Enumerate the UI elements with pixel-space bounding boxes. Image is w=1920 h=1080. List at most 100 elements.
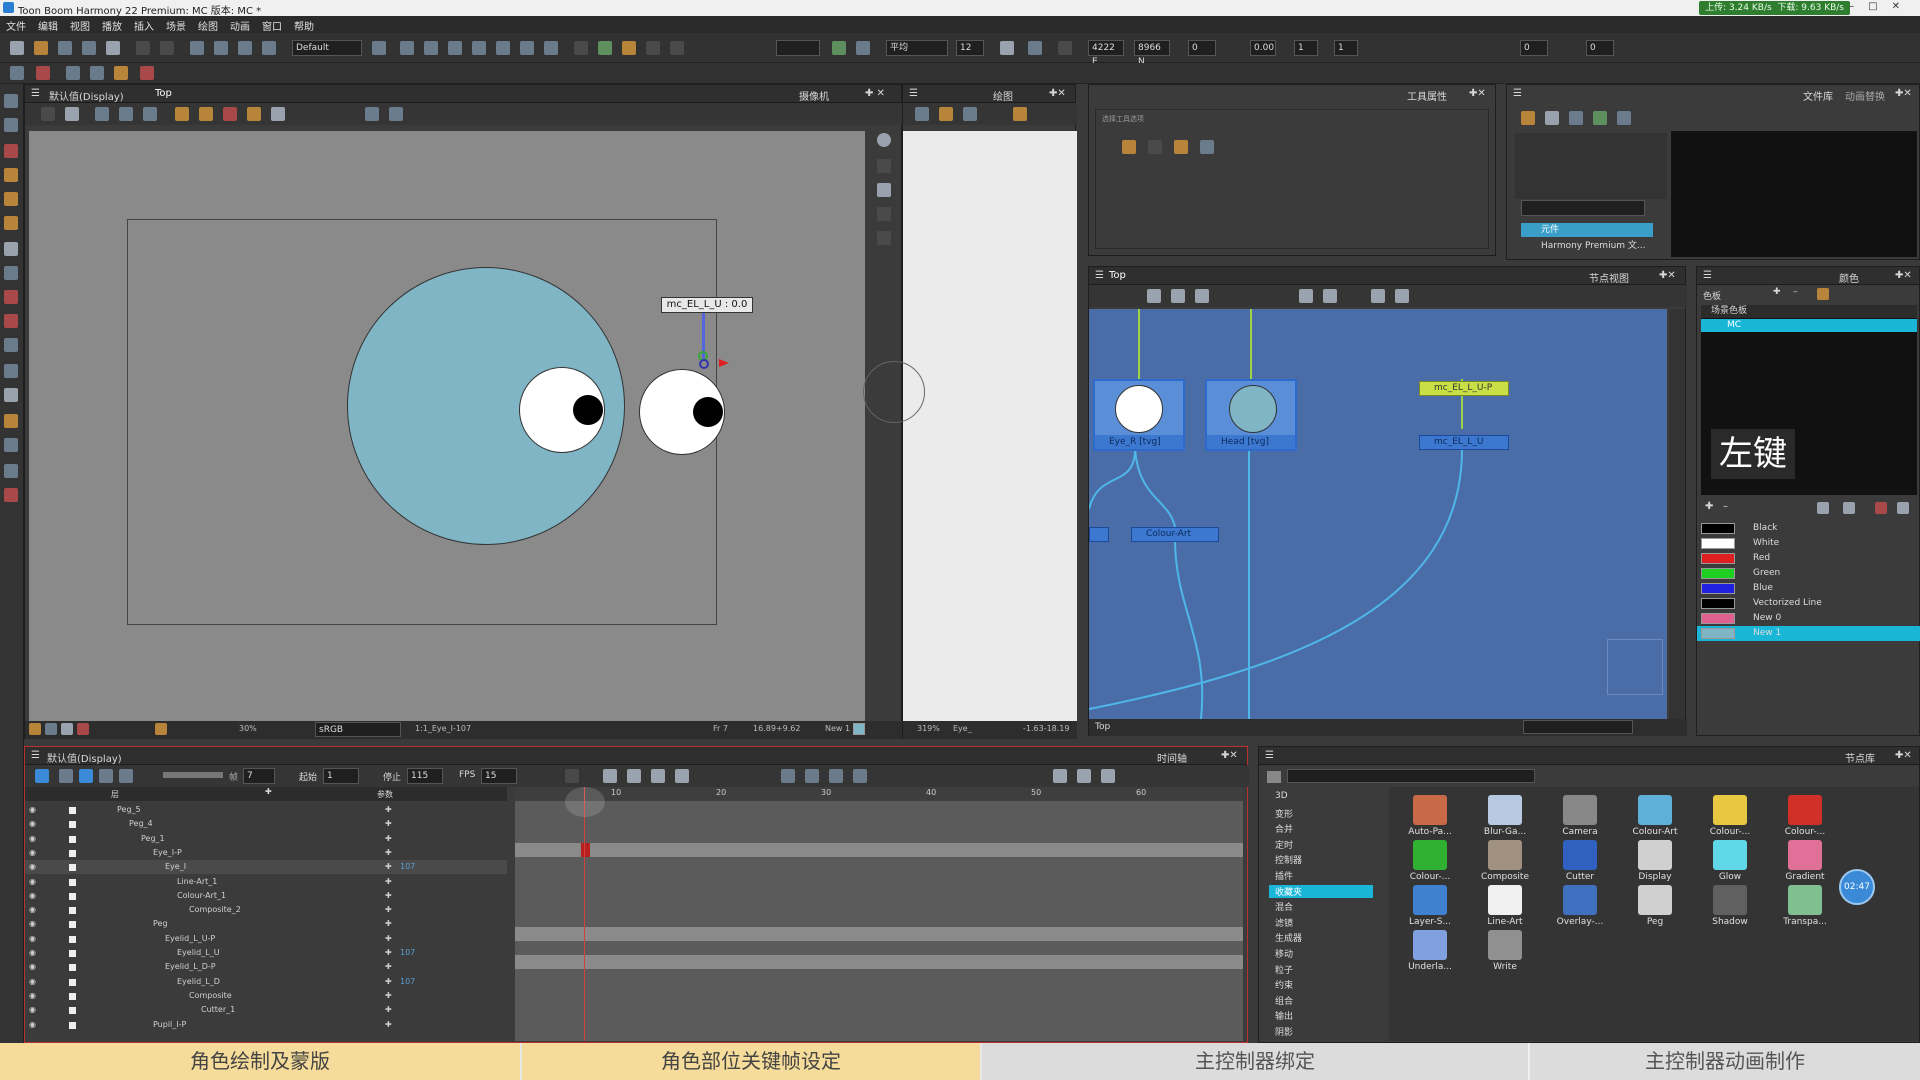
node-down-icon[interactable] <box>1171 289 1185 303</box>
node-category[interactable]: 生成器 <box>1275 931 1302 944</box>
swatch-lock-icon[interactable] <box>1875 502 1887 514</box>
stop-frame-field[interactable]: 115 <box>407 768 443 784</box>
paste-icon[interactable] <box>238 41 252 55</box>
node-colour-art[interactable]: Colour-Art <box>1131 527 1219 542</box>
visibility-icon[interactable]: ◉ <box>29 932 36 946</box>
current-swatch[interactable] <box>853 723 865 735</box>
node-partial[interactable] <box>1089 527 1109 542</box>
scale-icon[interactable] <box>472 41 486 55</box>
align-icon[interactable] <box>646 41 660 55</box>
node-eye-r[interactable]: Eye_R [tvg] <box>1093 379 1185 451</box>
timeline-view-mode[interactable]: 默认值(Display) <box>47 750 122 765</box>
timeline-layer-row[interactable]: ◉ Eyelid_L_U-P ✚ <box>25 932 507 946</box>
current-frame-field[interactable]: 7 <box>243 768 275 784</box>
onion-icon[interactable] <box>598 41 612 55</box>
fps-field[interactable]: 15 <box>481 768 517 784</box>
panel-menu-icon[interactable]: ☰ <box>1095 270 1104 281</box>
camera-tab-top[interactable]: Top <box>155 88 172 99</box>
bulb-icon[interactable] <box>939 107 953 121</box>
camera-zoom-level[interactable]: 30% <box>239 724 257 733</box>
layer-name[interactable]: Composite <box>189 989 232 1003</box>
camera-eye-icon[interactable] <box>877 159 891 173</box>
visibility-icon[interactable]: ◉ <box>29 832 36 846</box>
frame-ruler[interactable]: 10 20 30 40 50 60 <box>515 787 1243 801</box>
layer-name[interactable]: Eyelid_L_U-P <box>165 932 215 946</box>
node-item-icon[interactable] <box>1488 840 1522 870</box>
brush-select-icon[interactable] <box>1174 140 1188 154</box>
visibility-icon[interactable]: ◉ <box>29 903 36 917</box>
node-item-label[interactable]: Blur-Ga... <box>1470 827 1540 837</box>
layer-name[interactable]: Line-Art_1 <box>177 875 217 889</box>
layer-color-box[interactable] <box>69 807 76 814</box>
ease-icon[interactable] <box>603 769 617 783</box>
lock-icon[interactable] <box>175 107 189 121</box>
node-item-icon[interactable] <box>1788 795 1822 825</box>
rotate-icon[interactable] <box>448 41 462 55</box>
add-palette-icon[interactable]: ✚ <box>1773 287 1781 297</box>
node-item-icon[interactable] <box>1563 885 1597 915</box>
timeline-layer-row[interactable]: ◉ Line-Art_1 ✚ <box>25 875 507 889</box>
node-head[interactable]: Head [tvg] <box>1205 379 1297 451</box>
node-item-label[interactable]: Glow <box>1695 872 1765 882</box>
node-item-icon[interactable] <box>1488 885 1522 915</box>
line-tool-icon[interactable] <box>565 769 579 783</box>
node-category[interactable]: 插件 <box>1275 869 1293 882</box>
color-space-select[interactable]: sRGB <box>315 722 401 737</box>
blank-select[interactable] <box>776 40 820 56</box>
library-tab-2[interactable]: 动画替换 <box>1845 88 1885 103</box>
brush-icon[interactable] <box>114 66 128 80</box>
camera-menu-icon[interactable] <box>41 107 55 121</box>
fit-timeline-icon[interactable] <box>1053 769 1067 783</box>
node-category[interactable]: 合并 <box>1275 822 1293 835</box>
expand-params-icon[interactable]: ✚ <box>385 960 392 974</box>
library-search-input[interactable] <box>1521 200 1645 216</box>
panel-add-close-icon[interactable]: ✚✕ <box>1469 88 1486 99</box>
library-item-harmony[interactable]: Harmony Premium 文... <box>1521 239 1661 253</box>
pencil-tool-icon[interactable] <box>4 168 18 182</box>
timeline-layer-row[interactable]: ◉ Peg_1 ✚ <box>25 832 507 846</box>
library-tab-1[interactable]: 文件库 <box>1803 88 1833 103</box>
node-item-label[interactable]: Auto-Pa... <box>1395 827 1465 837</box>
node-item-icon[interactable] <box>1413 930 1447 960</box>
grid-toggle-icon[interactable] <box>95 107 109 121</box>
line-tool-icon[interactable] <box>4 266 18 280</box>
node-item-icon[interactable] <box>1638 885 1672 915</box>
tool-icon[interactable] <box>140 66 154 80</box>
skew-icon[interactable] <box>496 41 510 55</box>
visibility-icon[interactable]: ◉ <box>29 846 36 860</box>
smooth-select[interactable]: 平均 <box>886 40 948 56</box>
field-chart-icon[interactable] <box>119 107 133 121</box>
sound-scrub-icon[interactable] <box>119 769 133 783</box>
hand-tool-icon[interactable] <box>4 388 18 402</box>
redo-icon[interactable] <box>160 41 174 55</box>
layer-color-box[interactable] <box>69 978 76 986</box>
expand-params-icon[interactable]: ✚ <box>385 903 392 917</box>
layer-color-box[interactable] <box>69 849 76 857</box>
onion-skin-icon[interactable] <box>963 107 977 121</box>
pivot-icon[interactable] <box>1028 41 1042 55</box>
swatch-row-black[interactable]: Black <box>1697 521 1920 536</box>
timeline-layer-row[interactable]: ◉ Eye_I ✚ 107 <box>25 860 507 875</box>
distribute-icon[interactable] <box>670 41 684 55</box>
visibility-icon[interactable]: ◉ <box>29 975 36 989</box>
start-frame-field[interactable]: 1 <box>323 768 359 784</box>
eyelid-u-row[interactable] <box>515 927 1243 941</box>
bulb-icon[interactable] <box>29 723 41 735</box>
node-item-icon[interactable] <box>1563 840 1597 870</box>
drawing-zoom-level[interactable]: 319% <box>917 724 940 733</box>
node-group-icon[interactable] <box>1299 289 1313 303</box>
swatch-row-vectorized-line[interactable]: Vectorized Line <box>1697 596 1920 611</box>
timeline-layer-row[interactable]: ◉ Peg_5 ✚ <box>25 803 507 817</box>
node-item-icon[interactable] <box>1638 795 1672 825</box>
timeline-layer-row[interactable]: ◉ Eyelid_L_D ✚ 107 <box>25 975 507 989</box>
selected-cell[interactable] <box>581 843 590 857</box>
node-category[interactable]: 移动 <box>1275 947 1293 960</box>
panel-add-close-icon[interactable]: ✚ ✕ <box>865 88 885 99</box>
eraser-tool-icon[interactable] <box>4 192 18 206</box>
timeline-layer-row[interactable]: ◉ Cutter_1 ✚ <box>25 1003 507 1017</box>
node-item-icon[interactable] <box>1713 885 1747 915</box>
zoom-tool-icon[interactable] <box>4 338 18 352</box>
template-icon[interactable] <box>1545 111 1559 125</box>
angle-field[interactable]: 0.00 <box>1250 40 1276 56</box>
lightning-icon[interactable] <box>155 723 167 735</box>
